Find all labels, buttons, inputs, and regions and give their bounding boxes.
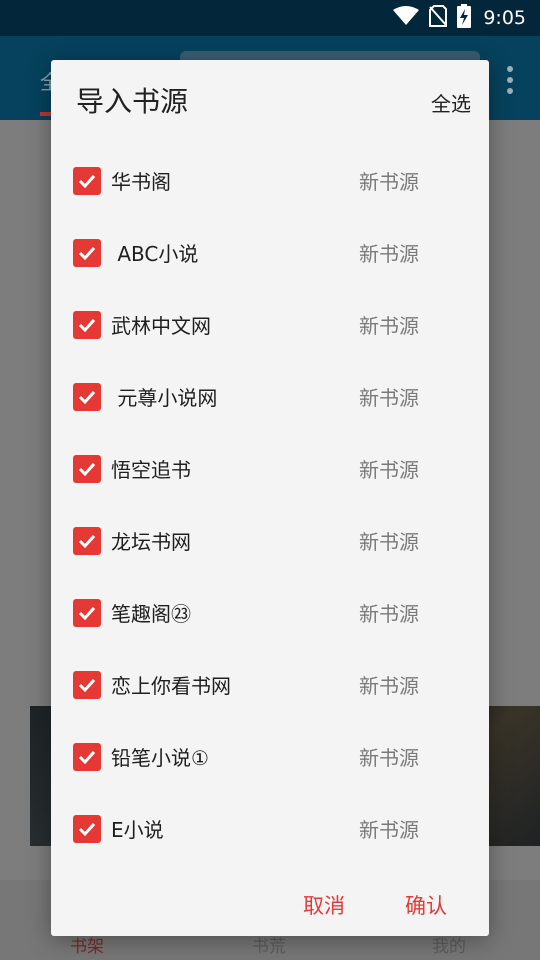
- dialog-actions: 取消 确认: [51, 890, 489, 924]
- cancel-button[interactable]: 取消: [303, 890, 345, 920]
- source-row[interactable]: 武林中文网 新书源: [51, 289, 489, 361]
- check-icon: [78, 678, 96, 693]
- source-name: 铅笔小说①: [111, 746, 209, 770]
- source-name: 恋上你看书网: [111, 674, 231, 698]
- source-row[interactable]: 华书阁 新书源: [51, 145, 489, 217]
- more-vert-icon: [506, 66, 514, 94]
- no-sim-icon: [429, 5, 448, 31]
- source-status: 新书源: [359, 170, 419, 194]
- checkbox[interactable]: [73, 311, 101, 339]
- source-list: 华书阁 新书源 ABC小说 新书源 武林中文网 新书源 元尊小说网 新书源 悟空…: [51, 145, 489, 865]
- source-row[interactable]: 悟空追书 新书源: [51, 433, 489, 505]
- check-icon: [78, 750, 96, 765]
- source-status: 新书源: [359, 818, 419, 842]
- source-status: 新书源: [359, 530, 419, 554]
- checkbox[interactable]: [73, 455, 101, 483]
- source-name: 悟空追书: [111, 458, 191, 482]
- source-name: 笔趣阁㉓: [111, 602, 191, 626]
- confirm-button[interactable]: 确认: [405, 890, 447, 920]
- checkbox[interactable]: [73, 383, 101, 411]
- source-row[interactable]: 恋上你看书网 新书源: [51, 649, 489, 721]
- status-time: 9:05: [483, 7, 526, 29]
- check-icon: [78, 246, 96, 261]
- dialog-title: 导入书源: [76, 85, 189, 118]
- source-row[interactable]: E小说 新书源: [51, 793, 489, 865]
- status-icons: 9:05: [393, 0, 526, 36]
- checkbox[interactable]: [73, 671, 101, 699]
- check-icon: [78, 822, 96, 837]
- source-name: 武林中文网: [111, 314, 211, 338]
- checkbox[interactable]: [73, 167, 101, 195]
- source-status: 新书源: [359, 386, 419, 410]
- check-icon: [78, 390, 96, 405]
- check-icon: [78, 606, 96, 621]
- check-icon: [78, 318, 96, 333]
- source-name: 龙坛书网: [111, 530, 191, 554]
- checkbox[interactable]: [73, 743, 101, 771]
- check-icon: [78, 174, 96, 189]
- source-status: 新书源: [359, 458, 419, 482]
- source-name: 元尊小说网: [111, 386, 218, 410]
- check-icon: [78, 462, 96, 477]
- source-row[interactable]: 铅笔小说① 新书源: [51, 721, 489, 793]
- checkbox[interactable]: [73, 815, 101, 843]
- source-row[interactable]: ABC小说 新书源: [51, 217, 489, 289]
- source-row[interactable]: 龙坛书网 新书源: [51, 505, 489, 577]
- import-source-dialog: 导入书源 全选 华书阁 新书源 ABC小说 新书源 武林中文网 新书源 元尊小说…: [51, 60, 489, 936]
- source-name: E小说: [111, 818, 164, 842]
- select-all-button[interactable]: 全选: [431, 88, 471, 117]
- source-status: 新书源: [359, 674, 419, 698]
- checkbox[interactable]: [73, 599, 101, 627]
- source-row[interactable]: 元尊小说网 新书源: [51, 361, 489, 433]
- status-bar: 9:05: [0, 0, 540, 36]
- source-row[interactable]: 笔趣阁㉓ 新书源: [51, 577, 489, 649]
- source-status: 新书源: [359, 746, 419, 770]
- source-name: 华书阁: [111, 170, 171, 194]
- wifi-icon: [393, 6, 420, 30]
- checkbox[interactable]: [73, 239, 101, 267]
- check-icon: [78, 534, 96, 549]
- source-status: 新书源: [359, 242, 419, 266]
- checkbox[interactable]: [73, 527, 101, 555]
- source-status: 新书源: [359, 314, 419, 338]
- source-status: 新书源: [359, 602, 419, 626]
- battery-charging-icon: [457, 4, 472, 32]
- source-name: ABC小说: [111, 242, 199, 266]
